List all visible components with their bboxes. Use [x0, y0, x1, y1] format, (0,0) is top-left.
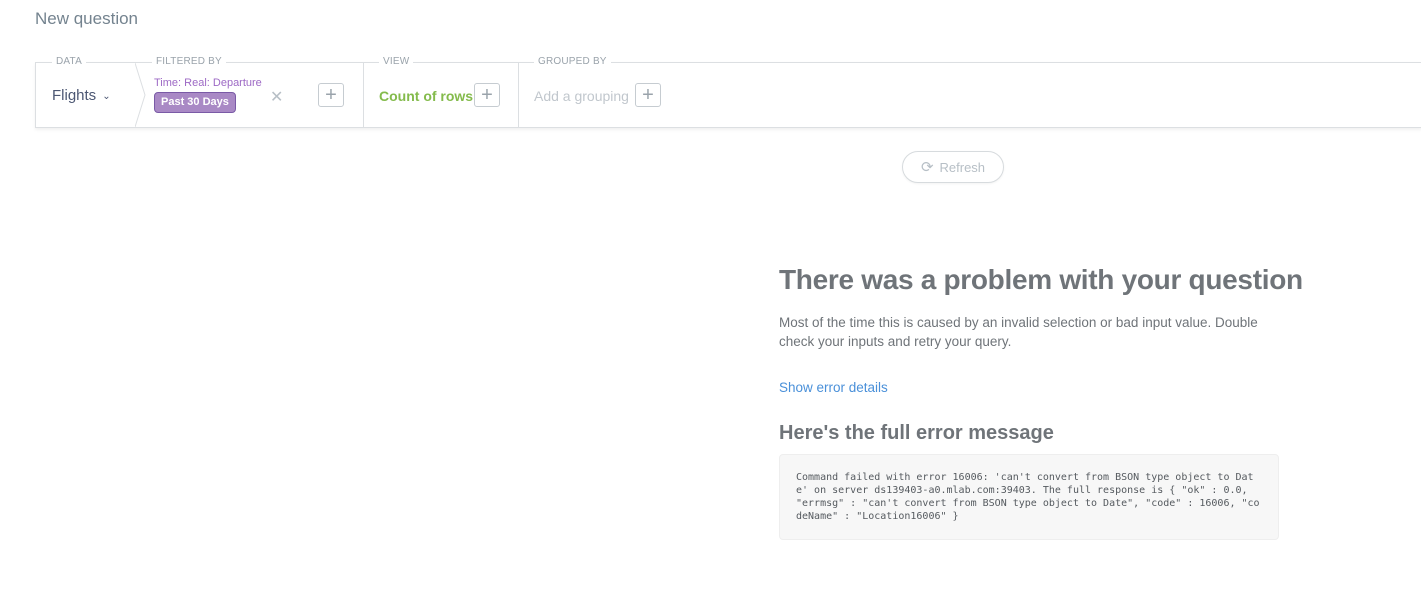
view-label: VIEW	[379, 56, 414, 68]
close-icon[interactable]: ✕	[270, 87, 283, 107]
error-title: There was a problem with your question	[779, 264, 1303, 295]
query-builder: DATA Flights ⌄ FILTERED BY Time: Real: D…	[35, 56, 1421, 128]
full-error-heading: Here's the full error message	[779, 422, 1054, 444]
page-title: New question	[35, 9, 139, 28]
error-description: Most of the time this is caused by an in…	[779, 315, 1258, 349]
refresh-button[interactable]: ⟳ Refresh	[902, 151, 1004, 183]
view-section: VIEW Count of rows +	[363, 56, 518, 127]
refresh-label: Refresh	[939, 159, 986, 175]
add-filter-button[interactable]: +	[318, 83, 344, 107]
filter-pill[interactable]: Past 30 Days	[154, 92, 236, 113]
data-label: DATA	[52, 56, 86, 68]
grouping-section: GROUPED BY Add a grouping +	[518, 56, 1421, 127]
show-error-details-link[interactable]: Show error details	[779, 380, 888, 395]
refresh-icon: ⟳	[920, 159, 934, 176]
add-grouping-text[interactable]: Add a grouping	[534, 88, 629, 104]
grouping-label: GROUPED BY	[534, 56, 611, 68]
error-message-box: Command failed with error 16006: 'can't …	[779, 454, 1279, 540]
filter-caption: Time: Real: Departure	[154, 77, 262, 89]
add-aggregation-button[interactable]: +	[474, 83, 500, 107]
data-source-value: Flights	[52, 87, 97, 104]
add-grouping-button[interactable]: +	[635, 83, 661, 107]
filter-label: FILTERED BY	[152, 56, 226, 68]
filter-section: FILTERED BY Time: Real: Departure Past 3…	[136, 56, 363, 127]
chevron-down-icon: ⌄	[102, 91, 111, 102]
data-section: DATA Flights ⌄	[36, 56, 136, 127]
data-source-picker[interactable]: Flights ⌄	[52, 87, 111, 104]
view-aggregation[interactable]: Count of rows	[379, 88, 473, 104]
